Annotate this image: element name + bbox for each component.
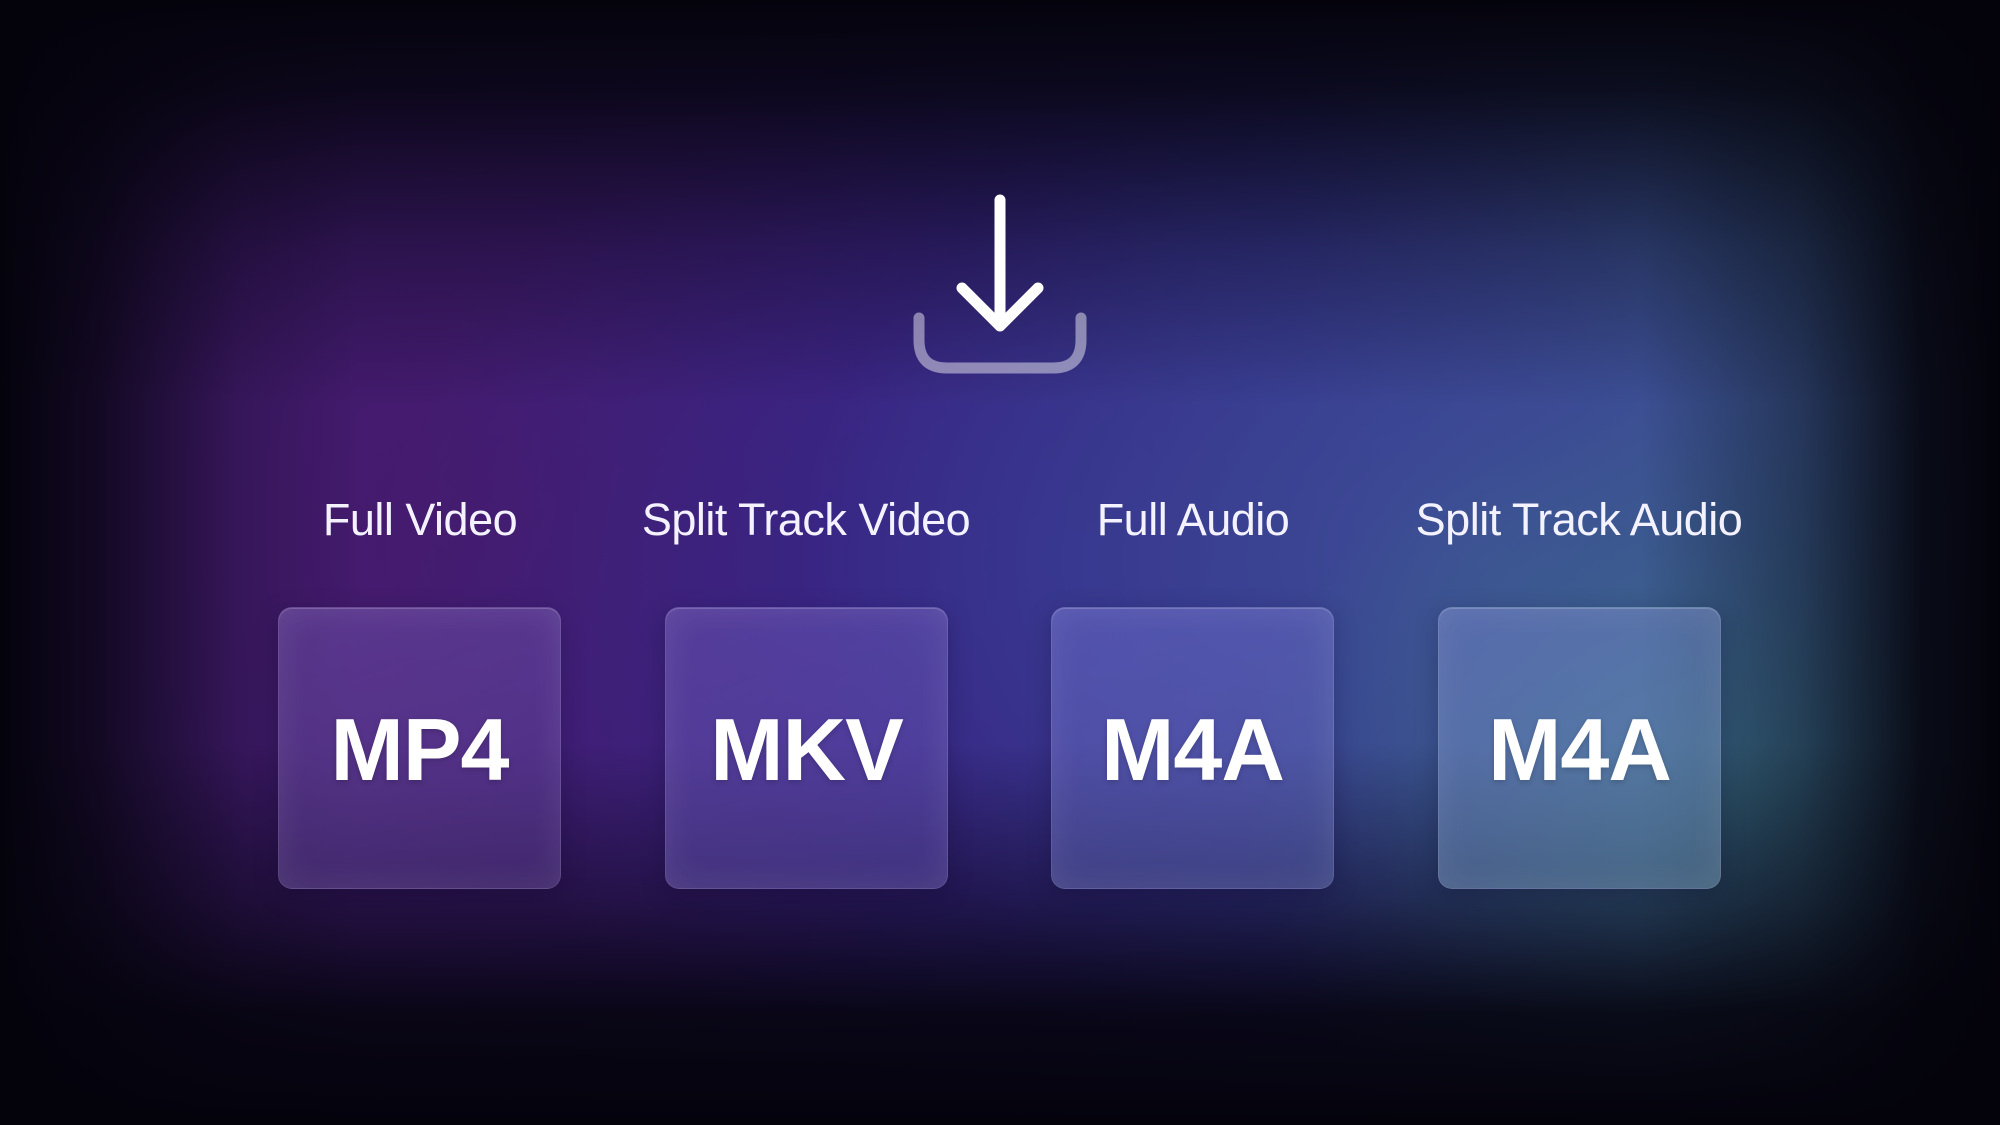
format-label: M4A (1101, 700, 1285, 799)
option-label-full-audio: Full Audio (1096, 494, 1290, 545)
format-label: M4A (1488, 700, 1672, 799)
format-card-m4a-full[interactable]: M4A (1051, 607, 1334, 889)
option-label-split-track-audio: Split Track Audio (1415, 494, 1743, 545)
format-card-m4a-split[interactable]: M4A (1438, 607, 1721, 889)
download-icon (913, 194, 1087, 374)
format-label: MP4 (330, 700, 510, 799)
download-format-screen: Full Video Split Track Video Full Audio … (0, 0, 2000, 1125)
option-label-split-track-video: Split Track Video (641, 494, 971, 545)
format-card-mp4[interactable]: MP4 (278, 607, 561, 889)
option-label-full-video: Full Video (322, 494, 518, 545)
format-card-mkv[interactable]: MKV (665, 607, 948, 889)
background-vignette (0, 0, 2000, 1125)
format-label: MKV (710, 700, 904, 799)
